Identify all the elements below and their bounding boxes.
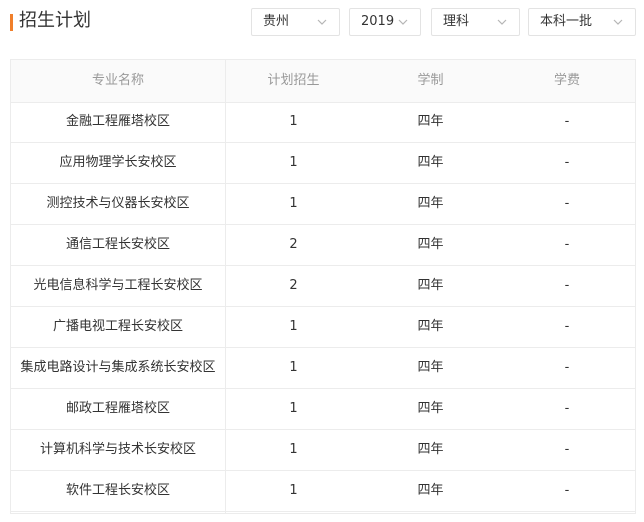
table-row: 测控技术与仪器长安校区 1 四年 -	[11, 184, 635, 225]
duration-cell: 四年	[417, 196, 444, 211]
province-select[interactable]: 贵州	[251, 8, 340, 36]
duration-cell: 四年	[417, 360, 444, 375]
subject-select-value: 理科	[443, 14, 470, 29]
table-row: 软件工程长安校区 1 四年 -	[11, 471, 635, 512]
table-row: 金融工程雁塔校区 1 四年 -	[11, 102, 635, 143]
table-row: 光电信息科学与工程长安校区 2 四年 -	[11, 266, 635, 307]
duration-cell: 四年	[417, 319, 444, 334]
tuition-cell: -	[564, 155, 570, 170]
duration-cell: 四年	[417, 442, 444, 457]
table-row: 广播电视工程长安校区 1 四年 -	[11, 307, 635, 348]
duration-cell: 四年	[417, 114, 444, 129]
table-row: 集成电路设计与集成系统长安校区 1 四年 -	[11, 348, 635, 389]
year-select-value: 2019	[361, 14, 395, 29]
duration-cell: 四年	[417, 401, 444, 416]
chevron-down-icon	[497, 19, 507, 25]
table-row: 计算机科学与技术长安校区 1 四年 -	[11, 430, 635, 471]
duration-cell: 四年	[417, 237, 444, 252]
plan-count-cell: 1	[289, 401, 298, 416]
major-name-cell: 光电信息科学与工程长安校区	[33, 278, 203, 293]
header: 招生计划 贵州 2019 理科 本科一批	[0, 0, 644, 46]
batch-select-value: 本科一批	[540, 14, 593, 29]
plan-count-cell: 1	[289, 483, 298, 498]
plan-count-cell: 1	[289, 360, 298, 375]
tuition-cell: -	[564, 237, 570, 252]
duration-cell: 四年	[417, 483, 444, 498]
major-name-cell: 广播电视工程长安校区	[52, 319, 183, 334]
plan-count-cell: 2	[289, 278, 298, 293]
table-row: 应用物理学长安校区 1 四年 -	[11, 143, 635, 184]
column-divider	[225, 60, 226, 513]
title-accent-bar	[10, 14, 13, 31]
tuition-cell: -	[564, 114, 570, 129]
column-header-plan-count: 计划招生	[267, 73, 320, 88]
year-select[interactable]: 2019	[349, 8, 421, 36]
table-header: 专业名称 计划招生 学制 学费	[11, 60, 635, 103]
major-name-cell: 测控技术与仪器长安校区	[46, 196, 190, 211]
plan-count-cell: 1	[289, 196, 298, 211]
tuition-cell: -	[564, 278, 570, 293]
tuition-cell: -	[564, 196, 570, 211]
province-select-value: 贵州	[263, 14, 290, 29]
table-row: 通信工程长安校区 2 四年 -	[11, 225, 635, 266]
page-title: 招生计划	[19, 10, 91, 31]
tuition-cell: -	[564, 319, 570, 334]
major-name-cell: 应用物理学长安校区	[59, 155, 177, 170]
duration-cell: 四年	[417, 155, 444, 170]
major-name-cell: 计算机科学与技术长安校区	[39, 442, 196, 457]
plan-count-cell: 1	[289, 155, 298, 170]
plan-count-cell: 2	[289, 237, 298, 252]
column-header-tuition: 学费	[553, 73, 580, 88]
chevron-down-icon	[613, 19, 623, 25]
tuition-cell: -	[564, 442, 570, 457]
duration-cell: 四年	[417, 278, 444, 293]
batch-select[interactable]: 本科一批	[528, 8, 636, 36]
chevron-down-icon	[317, 19, 327, 25]
chevron-down-icon	[398, 19, 408, 25]
subject-select[interactable]: 理科	[431, 8, 520, 36]
column-header-duration: 学制	[417, 73, 444, 88]
tuition-cell: -	[564, 360, 570, 375]
major-name-cell: 通信工程长安校区	[65, 237, 170, 252]
plan-count-cell: 1	[289, 442, 298, 457]
major-name-cell: 邮政工程雁塔校区	[65, 401, 170, 416]
table-row: 邮政工程雁塔校区 1 四年 -	[11, 389, 635, 430]
major-name-cell: 集成电路设计与集成系统长安校区	[20, 360, 216, 375]
column-header-major: 专业名称	[91, 73, 144, 88]
tuition-cell: -	[564, 483, 570, 498]
tuition-cell: -	[564, 401, 570, 416]
plan-count-cell: 1	[289, 114, 298, 129]
major-name-cell: 金融工程雁塔校区	[65, 114, 170, 129]
major-name-cell: 软件工程长安校区	[65, 483, 170, 498]
enrollment-plan-table: 专业名称 计划招生 学制 学费 金融工程雁塔校区 1 四年 - 应用物理学长安校…	[10, 59, 636, 514]
plan-count-cell: 1	[289, 319, 298, 334]
